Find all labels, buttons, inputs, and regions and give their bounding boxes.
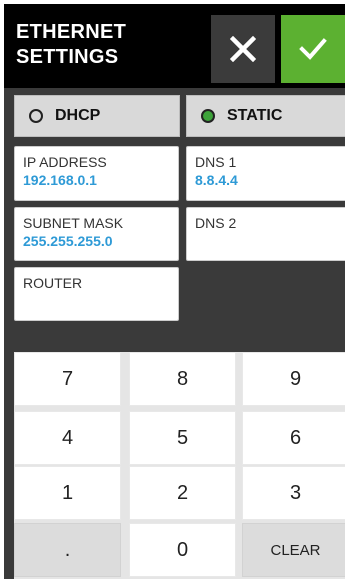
ip-address-value: 192.168.0.1	[23, 172, 97, 188]
key-1[interactable]: 1	[14, 466, 121, 520]
dns2-field[interactable]: DNS 2	[186, 207, 345, 261]
checkmark-icon	[299, 38, 327, 60]
key-4[interactable]: 4	[14, 411, 121, 465]
confirm-button[interactable]	[281, 15, 345, 83]
key-6[interactable]: 6	[242, 411, 345, 465]
dhcp-mode-button[interactable]: DHCP	[14, 95, 180, 137]
key-9[interactable]: 9	[242, 352, 345, 406]
dns1-field[interactable]: DNS 1 8.8.4.4	[186, 146, 345, 201]
clear-button[interactable]: CLEAR	[242, 523, 345, 577]
numeric-keypad: 7 8 9 4 5 6 1 2 3 . 0 CLEAR	[14, 352, 345, 579]
page-title: ETHERNET SETTINGS	[16, 21, 127, 68]
key-7[interactable]: 7	[14, 352, 121, 406]
key-0[interactable]: 0	[129, 523, 236, 577]
dns2-label: DNS 2	[195, 215, 237, 231]
static-label: STATIC	[227, 107, 283, 124]
ip-address-label: IP ADDRESS	[23, 154, 107, 170]
key-5[interactable]: 5	[129, 411, 236, 465]
ethernet-settings-screen: ETHERNET SETTINGS DHCP STATIC IP ADDRESS…	[4, 4, 345, 579]
key-2[interactable]: 2	[129, 466, 236, 520]
dhcp-radio-icon	[29, 109, 43, 123]
static-mode-button[interactable]: STATIC	[186, 95, 345, 137]
close-icon	[230, 36, 256, 62]
header-bar: ETHERNET SETTINGS	[4, 4, 345, 88]
key-decimal[interactable]: .	[14, 523, 121, 577]
router-label: ROUTER	[23, 275, 83, 291]
subnet-mask-field[interactable]: SUBNET MASK 255.255.255.0	[14, 207, 179, 261]
ip-address-field[interactable]: IP ADDRESS 192.168.0.1	[14, 146, 179, 201]
dhcp-label: DHCP	[55, 107, 101, 124]
dns1-value: 8.8.4.4	[195, 172, 238, 188]
key-8[interactable]: 8	[129, 352, 236, 406]
dns1-label: DNS 1	[195, 154, 237, 170]
cancel-button[interactable]	[211, 15, 275, 83]
key-3[interactable]: 3	[242, 466, 345, 520]
static-radio-icon	[201, 109, 215, 123]
router-field[interactable]: ROUTER	[14, 267, 179, 321]
subnet-mask-value: 255.255.255.0	[23, 233, 113, 249]
subnet-mask-label: SUBNET MASK	[23, 215, 124, 231]
